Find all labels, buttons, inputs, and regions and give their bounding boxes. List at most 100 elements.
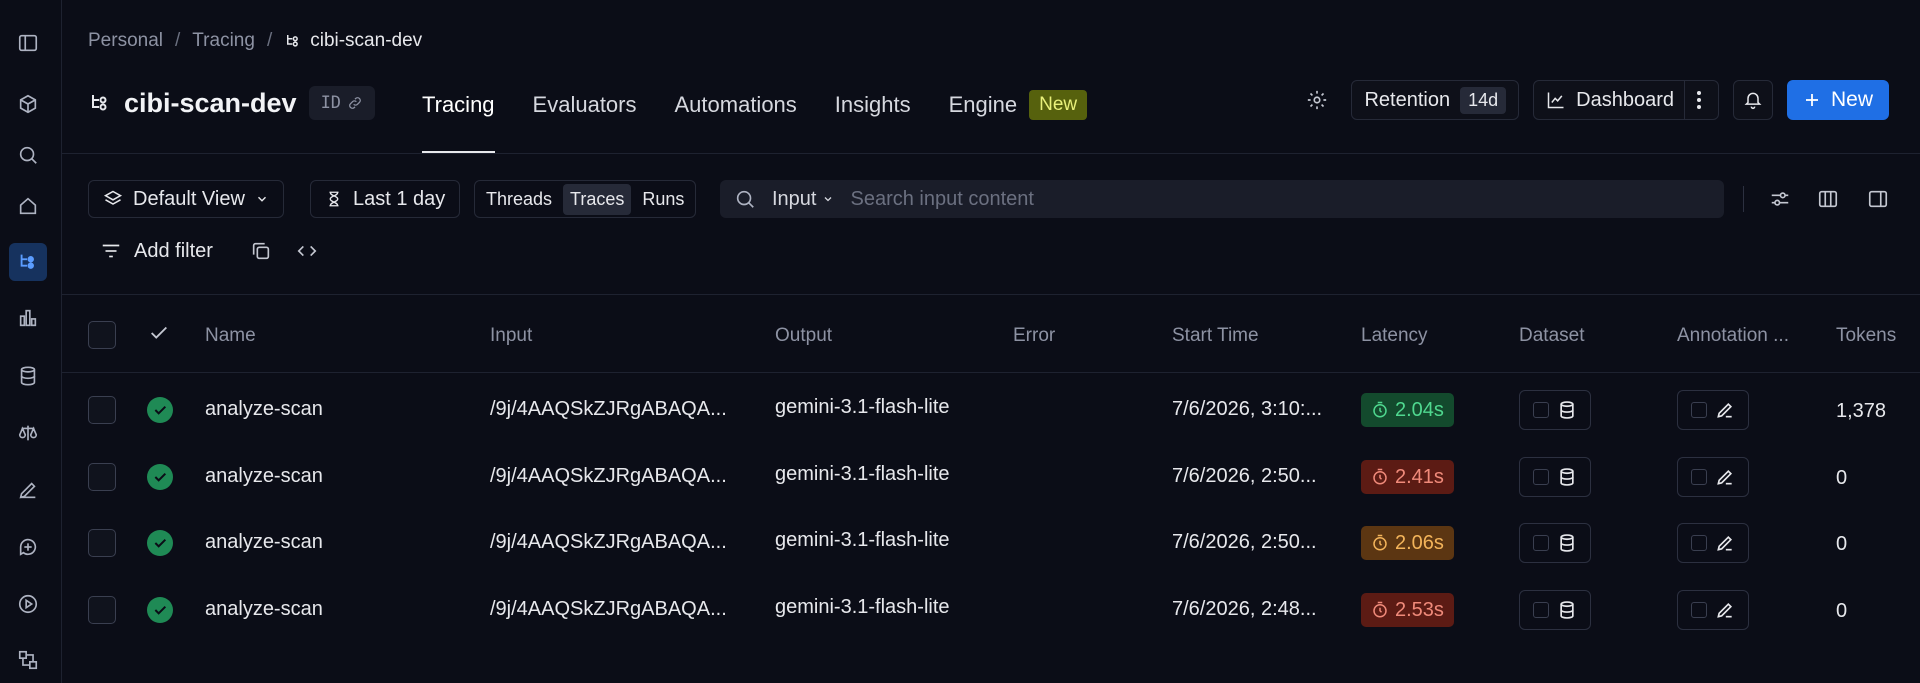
cell-name[interactable]: analyze-scan [205, 598, 475, 621]
annotation-checkbox[interactable] [1691, 602, 1707, 618]
column-header-annotation[interactable]: Annotation ... [1677, 325, 1789, 347]
bell-icon [1744, 92, 1762, 110]
segment-threads[interactable]: Threads [479, 184, 559, 215]
panel-toggle-icon[interactable] [9, 24, 47, 62]
view-selector[interactable]: Default View [88, 180, 284, 218]
scale-icon[interactable] [9, 414, 47, 452]
chat-plus-icon[interactable] [9, 528, 47, 566]
dataset-checkbox[interactable] [1533, 402, 1549, 418]
play-icon[interactable] [9, 585, 47, 623]
breadcrumb-tracing[interactable]: Tracing [192, 30, 255, 52]
copy-id-button[interactable]: ID [308, 86, 376, 120]
column-header-error[interactable]: Error [1013, 325, 1055, 347]
search-field-select[interactable]: Input [772, 188, 834, 211]
dataset-checkbox[interactable] [1533, 602, 1549, 618]
success-status-icon [147, 464, 173, 490]
search-icon[interactable] [9, 136, 47, 174]
tab-evaluators[interactable]: Evaluators [533, 85, 637, 125]
cell-tokens: 0 [1836, 600, 1848, 622]
annotate-button[interactable] [1677, 457, 1749, 497]
columns-icon[interactable] [1808, 180, 1848, 218]
column-header-tokens[interactable]: Tokens [1836, 325, 1896, 347]
cell-output: gemini-3.1-flash-lite [775, 529, 950, 551]
select-all-checkbox[interactable] [88, 321, 116, 349]
more-vertical-icon[interactable] [1683, 81, 1714, 119]
row-checkbox[interactable] [88, 596, 116, 624]
chart-icon[interactable] [9, 299, 47, 337]
cell-name[interactable]: analyze-scan [205, 465, 475, 488]
tracing-icon [287, 35, 299, 47]
add-to-dataset-button[interactable] [1519, 523, 1591, 563]
chevron-down-icon [825, 197, 832, 202]
cell-name[interactable]: analyze-scan [205, 398, 475, 421]
add-to-dataset-button[interactable] [1519, 390, 1591, 430]
breadcrumb-current-label: cibi-scan-dev [310, 30, 423, 51]
copy-icon[interactable] [246, 232, 276, 270]
column-header-latency[interactable]: Latency [1361, 325, 1428, 347]
workflow-icon[interactable] [9, 641, 47, 679]
column-header-output[interactable]: Output [775, 325, 832, 347]
row-checkbox[interactable] [88, 396, 116, 424]
search-input[interactable] [850, 187, 1710, 211]
cube-icon[interactable] [9, 85, 47, 123]
tab-automations[interactable]: Automations [675, 85, 797, 125]
annotate-button[interactable] [1677, 523, 1749, 563]
code-icon[interactable] [292, 232, 322, 270]
dataset-checkbox[interactable] [1533, 535, 1549, 551]
column-header-name[interactable]: Name [205, 325, 256, 347]
tab-insights[interactable]: Insights [835, 85, 911, 125]
latency-badge: 2.04s [1361, 393, 1454, 427]
pen-icon[interactable] [9, 471, 47, 509]
annotate-button[interactable] [1677, 390, 1749, 430]
annotate-button[interactable] [1677, 590, 1749, 630]
home-icon[interactable] [9, 187, 47, 225]
side-panel-icon[interactable] [1858, 180, 1898, 218]
row-checkbox[interactable] [88, 463, 116, 491]
project-tabs: Tracing Evaluators Automations Insights … [422, 85, 1088, 154]
cell-input: /9j/4AAQSkZJRgABAQA... [490, 398, 727, 420]
tracing-icon[interactable] [9, 243, 47, 281]
tab-engine[interactable]: Engine New [949, 85, 1088, 125]
stopwatch-icon [1371, 468, 1389, 486]
database-icon [1557, 533, 1577, 553]
annotation-checkbox[interactable] [1691, 402, 1707, 418]
line-chart-icon [1547, 92, 1564, 109]
add-to-dataset-button[interactable] [1519, 457, 1591, 497]
segment-traces[interactable]: Traces [563, 183, 632, 215]
segment-runs[interactable]: Runs [635, 184, 691, 215]
cell-input: /9j/4AAQSkZJRgABAQA... [490, 531, 727, 553]
row-checkbox[interactable] [88, 529, 116, 557]
annotation-checkbox[interactable] [1691, 469, 1707, 485]
chevron-down-icon [257, 196, 266, 202]
time-range-button[interactable]: Last 1 day [310, 180, 461, 218]
dataset-checkbox[interactable] [1533, 469, 1549, 485]
cell-tokens: 0 [1836, 467, 1848, 489]
run-type-segmented-control: Threads Traces Runs [474, 180, 697, 218]
annotation-checkbox[interactable] [1691, 535, 1707, 551]
header-divider [62, 153, 1920, 154]
notifications-button[interactable] [1732, 80, 1773, 120]
toolbar-divider-line [62, 294, 1920, 295]
id-label: ID [320, 93, 342, 113]
new-button[interactable]: New [1786, 80, 1889, 120]
retention-button[interactable]: Retention 14d [1351, 80, 1520, 120]
column-header-input[interactable]: Input [490, 325, 532, 347]
cell-name[interactable]: analyze-scan [205, 531, 475, 554]
success-status-icon [147, 597, 173, 623]
column-header-start-time[interactable]: Start Time [1172, 325, 1259, 347]
sliders-icon[interactable] [1760, 180, 1800, 218]
settings-icon[interactable] [1297, 80, 1337, 120]
breadcrumb-personal[interactable]: Personal [88, 30, 163, 52]
project-header: cibi-scan-dev ID [88, 85, 376, 121]
breadcrumb-current[interactable]: cibi-scan-dev [284, 30, 422, 52]
cell-start-time: 7/6/2026, 3:10:... [1172, 398, 1323, 420]
add-to-dataset-button[interactable] [1519, 590, 1591, 630]
dashboard-button[interactable]: Dashboard [1533, 80, 1719, 120]
database-icon[interactable] [9, 357, 47, 395]
check-icon [148, 322, 170, 344]
add-filter-button[interactable]: Add filter [100, 232, 213, 270]
plus-icon [1805, 94, 1818, 106]
tab-tracing[interactable]: Tracing [422, 85, 495, 154]
header-actions: Retention 14d Dashboard New [1297, 80, 1889, 120]
column-header-dataset[interactable]: Dataset [1519, 325, 1584, 347]
